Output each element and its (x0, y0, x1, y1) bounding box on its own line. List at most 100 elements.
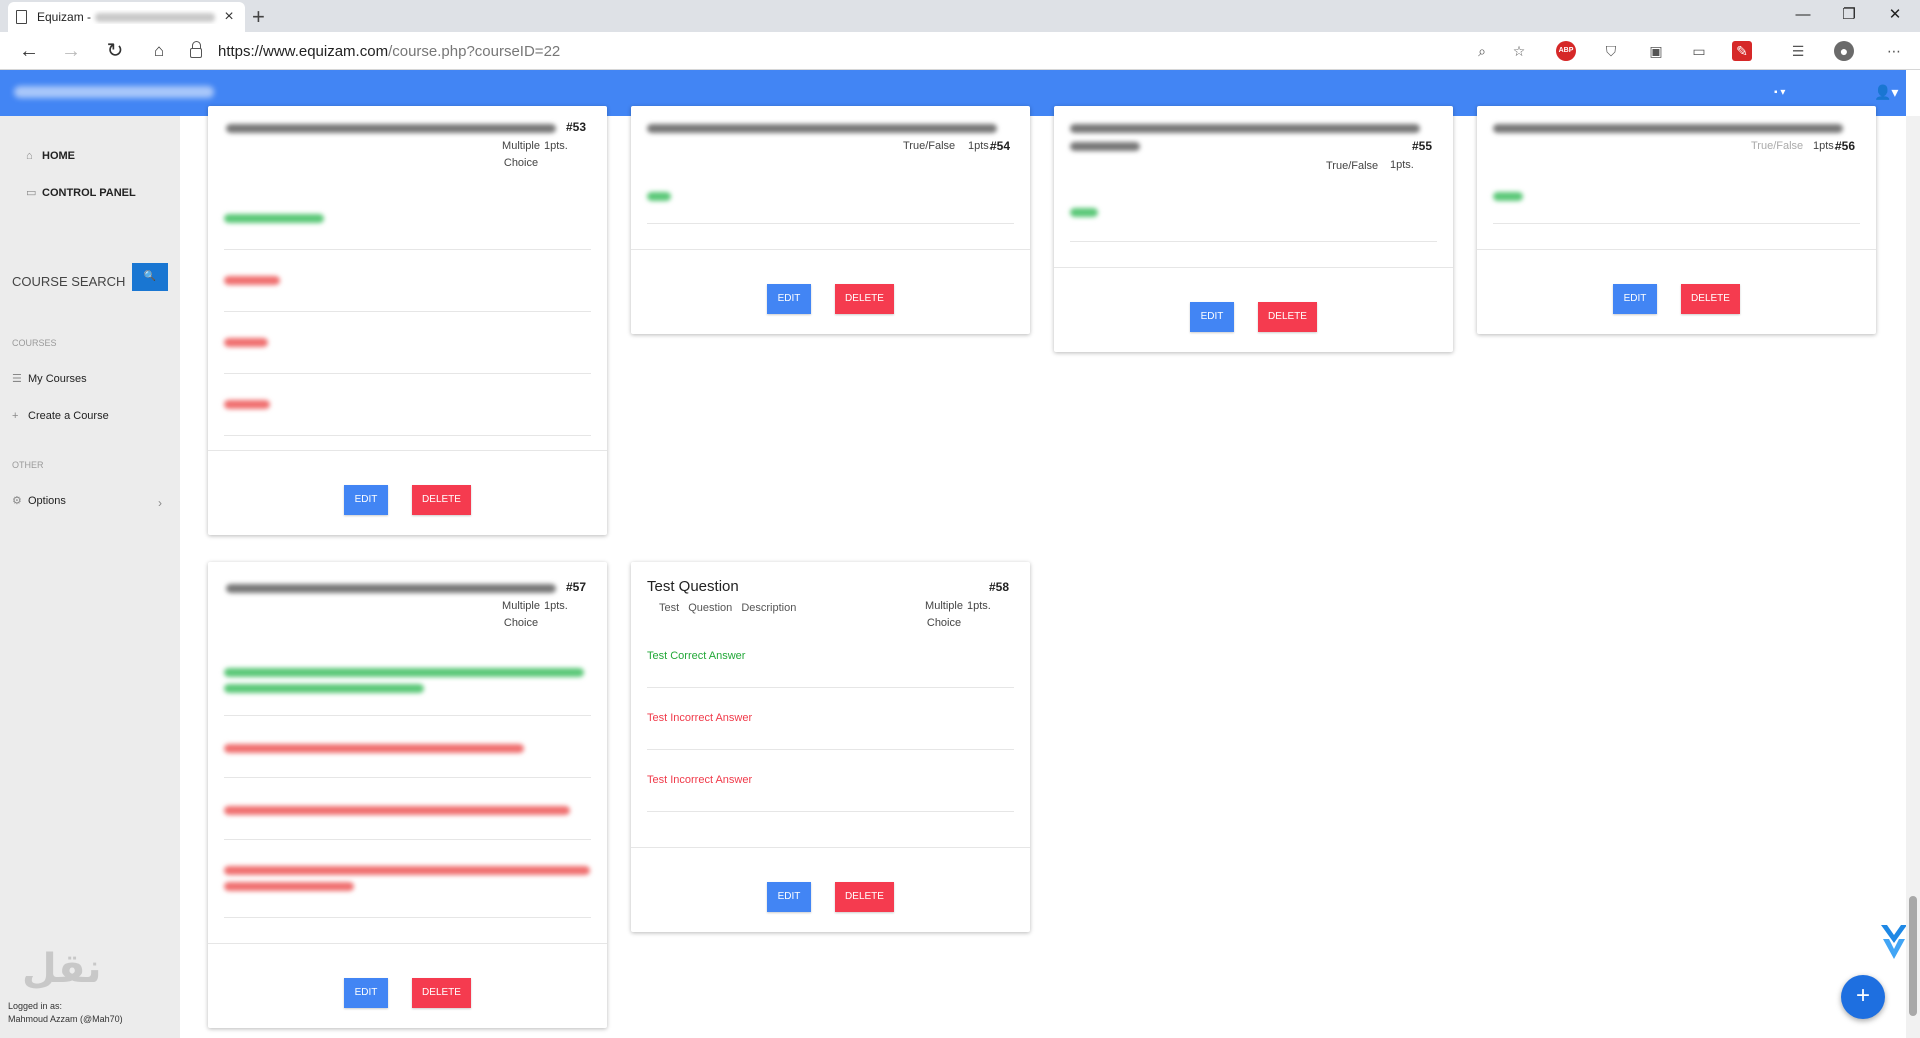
blurred-answer (647, 192, 671, 201)
scrollbar-thumb[interactable] (1909, 896, 1917, 1016)
answer-text: Test Incorrect Answer (647, 774, 753, 786)
blurred-question-title (1493, 124, 1843, 133)
card-actions: EDIT DELETE (631, 847, 1030, 932)
blurred-question-title (647, 124, 997, 133)
sidebar-item-create-course[interactable]: + Create a Course (12, 410, 109, 422)
user-menu-icon[interactable]: 👤▾ (1874, 84, 1898, 101)
sidebar-item-home[interactable]: ⌂ HOME (26, 150, 75, 162)
question-points: 1pts. (544, 600, 568, 612)
blurred-answer (224, 214, 324, 223)
logged-in-info: Logged in as: Mahmoud Azzam (@Mah70) (8, 1000, 123, 1026)
edit-button[interactable]: EDIT (344, 485, 388, 515)
question-type: Multiple Choice (502, 140, 540, 169)
answer-option (224, 778, 591, 840)
shield-extension-icon[interactable]: ⛉ (1601, 41, 1621, 61)
answer-option (224, 312, 591, 374)
blurred-answer (224, 400, 270, 409)
answer-option (224, 250, 591, 312)
browser-tab[interactable]: Equizam - × (8, 2, 245, 32)
delete-button[interactable]: DELETE (1258, 302, 1317, 332)
home-nav-icon: ⌂ (26, 150, 33, 162)
blurred-answer (224, 744, 524, 753)
edit-button[interactable]: EDIT (1190, 302, 1234, 332)
blurred-question-title-2 (1070, 142, 1140, 151)
edit-button[interactable]: EDIT (767, 284, 811, 314)
question-number: #53 (566, 120, 587, 134)
edit-button[interactable]: EDIT (344, 978, 388, 1008)
question-points: 1pts. (968, 140, 992, 152)
close-window-icon[interactable]: ✕ (1872, 0, 1918, 32)
delete-button[interactable]: DELETE (1681, 284, 1740, 314)
equizam-logo-icon (1881, 925, 1907, 959)
blurred-question-title (226, 584, 556, 593)
blurred-answer (1070, 208, 1098, 217)
back-icon[interactable]: ← (14, 36, 44, 66)
minimize-icon[interactable]: — (1780, 0, 1826, 32)
delete-button[interactable]: DELETE (412, 978, 471, 1008)
delete-button[interactable]: DELETE (412, 485, 471, 515)
blurred-answer (224, 806, 570, 815)
restore-icon[interactable]: ❐ (1826, 0, 1872, 32)
options-label: Options (28, 494, 66, 507)
question-type: True/False (1326, 160, 1379, 172)
sidebar-item-options[interactable]: ⚙ Options (12, 494, 66, 508)
blurred-answer (224, 866, 590, 875)
add-question-button[interactable]: + (1841, 975, 1885, 1019)
edit-button[interactable]: EDIT (1613, 284, 1657, 314)
blurred-question-title (1070, 124, 1420, 133)
zoom-icon[interactable]: ⌕ (1472, 41, 1492, 61)
question-description: Test Question Description (659, 602, 797, 614)
section-courses: COURSES (12, 338, 57, 348)
card-actions: EDIT DELETE (631, 249, 1030, 334)
sidebar-home-label: HOME (42, 150, 75, 162)
course-search-button[interactable]: 🔍 (132, 263, 168, 291)
extension-icon-2[interactable]: ▭ (1689, 41, 1709, 61)
answer-option (224, 374, 591, 436)
my-courses-label: My Courses (28, 372, 87, 385)
edit-button[interactable]: EDIT (767, 882, 811, 912)
blurred-answer (1493, 192, 1523, 201)
question-number: #55 (1412, 139, 1433, 153)
question-card-57: #57 Multiple Choice 1pts. EDIT DELETE (208, 562, 607, 1028)
favorite-star-icon[interactable]: ☆ (1509, 41, 1529, 61)
forward-icon[interactable]: → (56, 36, 86, 66)
watermark-logo: نقل (22, 946, 102, 992)
adblock-icon[interactable]: ABP (1556, 41, 1576, 61)
new-tab-icon[interactable]: + (252, 4, 265, 30)
delete-button[interactable]: DELETE (835, 882, 894, 912)
question-points: 1pts. (1390, 159, 1414, 171)
blurred-brand-title (14, 86, 214, 98)
more-menu-icon[interactable]: ⋯ (1884, 41, 1904, 61)
question-number: #56 (1835, 139, 1856, 153)
question-title: Test Question (647, 578, 739, 595)
sidebar-item-control-panel[interactable]: ▭ CONTROL PANEL (26, 186, 136, 200)
logged-in-user: Mahmoud Azzam (@Mah70) (8, 1014, 123, 1024)
question-number: #57 (566, 580, 587, 594)
close-tab-icon[interactable]: × (221, 8, 237, 26)
logged-in-label: Logged in as: (8, 1001, 63, 1011)
answer-option (224, 840, 591, 918)
card-actions: EDIT DELETE (1054, 267, 1453, 352)
answer-option (1493, 162, 1860, 224)
answer-option (224, 188, 591, 250)
answer-text: Test Incorrect Answer (647, 712, 753, 724)
answer-option (1070, 180, 1437, 242)
home-icon[interactable]: ⌂ (144, 36, 174, 66)
language-flag-icon[interactable]: ▪ ▾ (1774, 87, 1785, 98)
answer-option-incorrect: Test Incorrect Answer (647, 750, 1014, 812)
answer-option-incorrect: Test Incorrect Answer (647, 688, 1014, 750)
profile-avatar-icon[interactable]: ● (1834, 41, 1854, 61)
create-course-label: Create a Course (28, 410, 109, 422)
lock-icon (190, 41, 202, 58)
page-scrollbar[interactable] (1906, 116, 1920, 1038)
blurred-tab-title (95, 13, 216, 23)
sidebar-item-my-courses[interactable]: ☰ My Courses (12, 372, 87, 386)
refresh-icon[interactable]: ↻ (100, 36, 130, 66)
delete-button[interactable]: DELETE (835, 284, 894, 314)
extension-icon[interactable]: ▣ (1646, 41, 1666, 61)
url-field[interactable]: https://www.equizam.com/course.php?cours… (190, 38, 1540, 64)
plus-icon: + (12, 410, 19, 422)
collections-icon[interactable]: ☰ (1788, 41, 1808, 61)
pdf-extension-icon[interactable]: ✎ (1732, 41, 1752, 61)
sidebar-control-panel-label: CONTROL PANEL (42, 186, 136, 199)
